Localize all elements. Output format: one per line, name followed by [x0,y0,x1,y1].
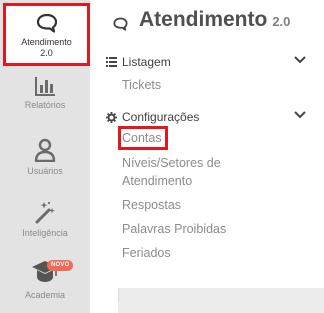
nav-label-relatorios: Relatórios [24,100,66,110]
page-title: Atendimento [139,8,268,31]
nav-label-inteligencia: Inteligência [22,228,68,238]
chat-bubble-icon [113,17,128,31]
magic-wand-icon [35,201,55,224]
link-feriados[interactable]: Feriados [122,245,171,261]
link-respostas[interactable]: Respostas [122,197,181,213]
section-label-listagem: Listagem [122,55,171,69]
link-niveis-setores-cont[interactable]: Atendimento [122,173,192,189]
nav-label-academia: Academia [24,290,66,300]
nav-item-inteligencia[interactable]: Inteligência [0,200,90,239]
nav-item-relatorios[interactable]: Relatórios [0,76,90,111]
list-icon [106,57,117,67]
section-listagem[interactable]: Listagem [106,55,306,69]
link-palavras-proibidas[interactable]: Palavras Proibidas [122,221,226,237]
nav-item-usuarios[interactable]: Usuários [0,138,90,177]
chevron-down-icon[interactable] [294,56,306,64]
nav-item-academia[interactable]: Academia NOVO [0,258,90,301]
chat-bubble-icon [36,13,57,33]
nav-item-atendimento[interactable]: Atendimento 2.0 [3,3,90,66]
panel-footer [90,288,118,313]
user-icon [34,138,56,162]
nav-label-usuarios: Usuários [27,166,63,176]
chevron-down-icon[interactable] [294,111,306,119]
panel-divider [118,288,119,302]
panel-header: Atendimento 2.0 [113,8,290,32]
bar-chart-icon [35,77,55,96]
link-niveis-setores[interactable]: Níveis/Setores de [122,155,221,171]
gear-icon [106,111,117,123]
section-configuracoes[interactable]: Configurações [106,110,306,124]
nav-label-atendimento: Atendimento 2.0 [21,36,72,58]
version-label: 2.0 [272,14,291,29]
link-tickets[interactable]: Tickets [122,77,161,93]
new-badge: NOVO [47,260,74,271]
section-label-configuracoes: Configurações [122,110,200,124]
link-contas[interactable]: Contas [118,126,168,150]
